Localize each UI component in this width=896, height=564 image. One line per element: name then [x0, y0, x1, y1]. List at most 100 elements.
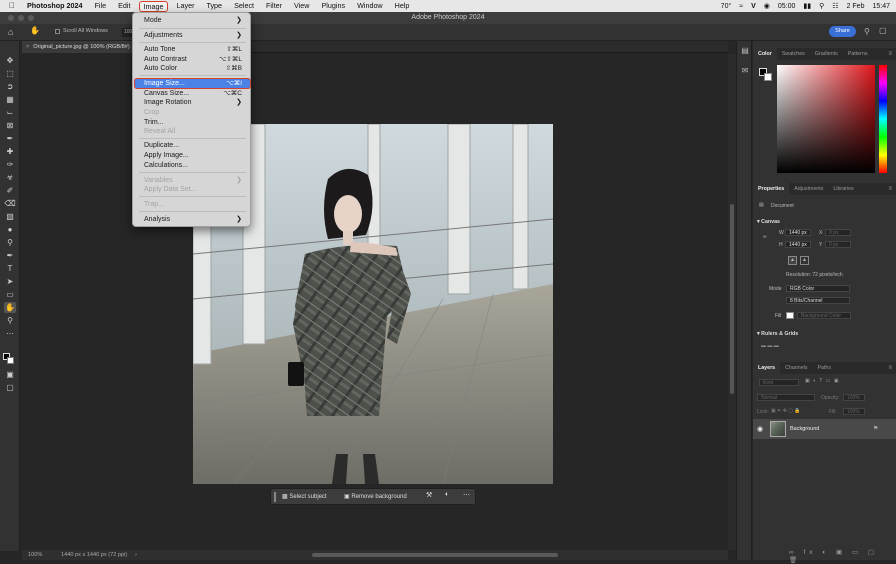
tab-channels[interactable]: Channels: [780, 362, 812, 374]
hand-tool-icon[interactable]: ✋: [4, 302, 16, 313]
ruler-units-icon[interactable]: ▬ ▬ ▬: [761, 343, 779, 349]
layer-row-background[interactable]: ◉ Background ⚑: [753, 419, 896, 439]
search-icon[interactable]: ⚲: [819, 2, 824, 10]
menu-item-apply-image[interactable]: Apply Image...: [144, 151, 244, 160]
blend-mode-select[interactable]: Normal: [757, 394, 815, 401]
layer-kind-filter[interactable]: Kind: [759, 379, 799, 386]
menu-item-adjustments[interactable]: Adjustments ❯: [144, 31, 244, 40]
vertical-scrollbar[interactable]: [728, 54, 736, 550]
menu-layer[interactable]: Layer: [170, 0, 200, 12]
workspace-icon[interactable]: ▢: [879, 26, 887, 35]
home-icon[interactable]: ⌂: [8, 27, 13, 37]
eyedropper-tool-icon[interactable]: ✒: [4, 133, 16, 144]
tab-swatches[interactable]: Swatches: [777, 48, 810, 60]
screen-mode-icon[interactable]: ▢: [4, 382, 16, 393]
close-tab-icon[interactable]: ×: [26, 44, 29, 50]
tab-patterns[interactable]: Patterns: [843, 48, 873, 60]
layer-filter-icons[interactable]: ▣ ◐ T ▭ ▣: [805, 378, 840, 384]
landscape-orientation-icon[interactable]: ▲: [800, 256, 809, 265]
app-menu[interactable]: Photoshop 2024: [21, 0, 89, 12]
portrait-orientation-icon[interactable]: ▲: [788, 256, 797, 265]
link-icon[interactable]: ∞: [763, 234, 767, 240]
hue-slider[interactable]: [879, 65, 887, 173]
mode-select[interactable]: RGB Color: [786, 285, 850, 292]
menu-help[interactable]: Help: [389, 0, 416, 12]
type-tool-icon[interactable]: T: [4, 263, 16, 274]
more-options-icon[interactable]: ⋯: [463, 491, 470, 499]
tab-layers[interactable]: Layers: [753, 362, 781, 374]
y-field[interactable]: 0 px: [825, 241, 851, 248]
drag-handle[interactable]: [274, 492, 276, 502]
share-button[interactable]: Share: [829, 26, 856, 37]
select-subject-button[interactable]: ▩ Select subject: [279, 492, 330, 502]
remove-background-button[interactable]: ▣ Remove background: [341, 492, 410, 502]
fill-opacity-field[interactable]: 100%: [843, 408, 865, 415]
menu-item-analysis[interactable]: Analysis ❯: [144, 215, 244, 224]
record-icon[interactable]: ◉: [764, 2, 770, 10]
move-tool-icon[interactable]: ✥: [4, 55, 16, 66]
background-color-chip[interactable]: [764, 73, 772, 81]
crop-tool-icon[interactable]: ⌙: [4, 107, 16, 118]
menu-edit[interactable]: Edit: [112, 0, 136, 12]
menu-view[interactable]: View: [288, 0, 315, 12]
generative-fill-icon[interactable]: ⚒: [426, 491, 432, 499]
menu-plugins[interactable]: Plugins: [315, 0, 351, 12]
healing-brush-tool-icon[interactable]: ✚: [4, 146, 16, 157]
status-menu-arrow-icon[interactable]: ›: [135, 550, 137, 560]
clone-stamp-tool-icon[interactable]: ☣: [4, 172, 16, 183]
menu-type[interactable]: Type: [200, 0, 228, 12]
more-tools-icon[interactable]: ⋯: [4, 328, 16, 339]
hand-tool-icon[interactable]: ✋: [30, 26, 40, 35]
lock-icons[interactable]: ▣ ✒ ✥ ▢ 🔒: [771, 408, 801, 414]
menu-window[interactable]: Window: [351, 0, 389, 12]
close-window-icon[interactable]: [8, 15, 14, 21]
zoom-tool-icon[interactable]: ⚲: [4, 315, 16, 326]
x-field[interactable]: 0 px: [825, 229, 851, 236]
menu-item-auto-contrast[interactable]: Auto Contrast ⌥⇧⌘L: [144, 55, 244, 64]
path-selection-tool-icon[interactable]: ➤: [4, 276, 16, 287]
height-field[interactable]: 1440 px: [785, 241, 811, 248]
search-icon[interactable]: ⚲: [864, 27, 870, 36]
menu-select[interactable]: Select: [228, 0, 260, 12]
menu-item-image-size[interactable]: Image Size... ⌥⌘I: [144, 79, 244, 88]
menu-item-mode[interactable]: Mode ❯: [144, 16, 244, 25]
lasso-tool-icon[interactable]: ➲: [4, 81, 16, 92]
menu-item-auto-tone[interactable]: Auto Tone ⇧⌘L: [144, 45, 244, 54]
menu-item-trim[interactable]: Trim...: [144, 118, 244, 127]
blur-tool-icon[interactable]: ●: [4, 224, 16, 235]
layer-name[interactable]: Background: [790, 426, 819, 432]
fill-swatch[interactable]: [786, 312, 794, 319]
battery-icon[interactable]: ▮▮: [803, 2, 811, 10]
menu-item-duplicate[interactable]: Duplicate...: [144, 141, 244, 150]
zoom-window-icon[interactable]: [28, 15, 34, 21]
history-panel-icon[interactable]: ▤: [740, 46, 750, 55]
visibility-eye-icon[interactable]: ◉: [757, 425, 763, 433]
menu-item-image-rotation[interactable]: Image Rotation ❯: [144, 98, 244, 107]
brush-tool-icon[interactable]: ✑: [4, 159, 16, 170]
fill-select[interactable]: Background Color: [797, 312, 851, 319]
quick-mask-icon[interactable]: ▣: [4, 369, 16, 380]
date-label[interactable]: 2 Feb: [847, 3, 865, 10]
panel-menu-icon[interactable]: ≡: [888, 183, 892, 195]
clock-label[interactable]: 15:47: [872, 3, 890, 10]
panel-menu-icon[interactable]: ≡: [888, 48, 892, 60]
document-tab[interactable]: × Original_picture.jpg @ 100% (RGB/8#): [22, 41, 132, 53]
tab-properties[interactable]: Properties: [753, 183, 790, 195]
vpn-icon[interactable]: V: [751, 3, 756, 10]
rectangle-tool-icon[interactable]: ▭: [4, 289, 16, 300]
minimize-window-icon[interactable]: [18, 15, 24, 21]
menu-filter[interactable]: Filter: [260, 0, 288, 12]
eraser-tool-icon[interactable]: ⌫: [4, 198, 16, 209]
weather-temperature[interactable]: 70°: [721, 3, 732, 10]
rulers-grids-section-title[interactable]: ▾ Rulers & Grids: [757, 331, 798, 337]
scroll-all-windows-checkbox[interactable]: [55, 29, 60, 34]
adjustment-icon[interactable]: ◐: [445, 491, 449, 498]
menu-item-calculations[interactable]: Calculations...: [144, 161, 244, 170]
menu-item-canvas-size[interactable]: Canvas Size... ⌥⌘C: [144, 89, 244, 98]
frame-tool-icon[interactable]: ⊠: [4, 120, 16, 131]
menu-image[interactable]: Image: [138, 0, 169, 12]
marquee-tool-icon[interactable]: ⬚: [4, 68, 16, 79]
vertical-scroll-thumb[interactable]: [730, 204, 734, 394]
object-selection-tool-icon[interactable]: ▦: [4, 94, 16, 105]
dodge-tool-icon[interactable]: ⚲: [4, 237, 16, 248]
